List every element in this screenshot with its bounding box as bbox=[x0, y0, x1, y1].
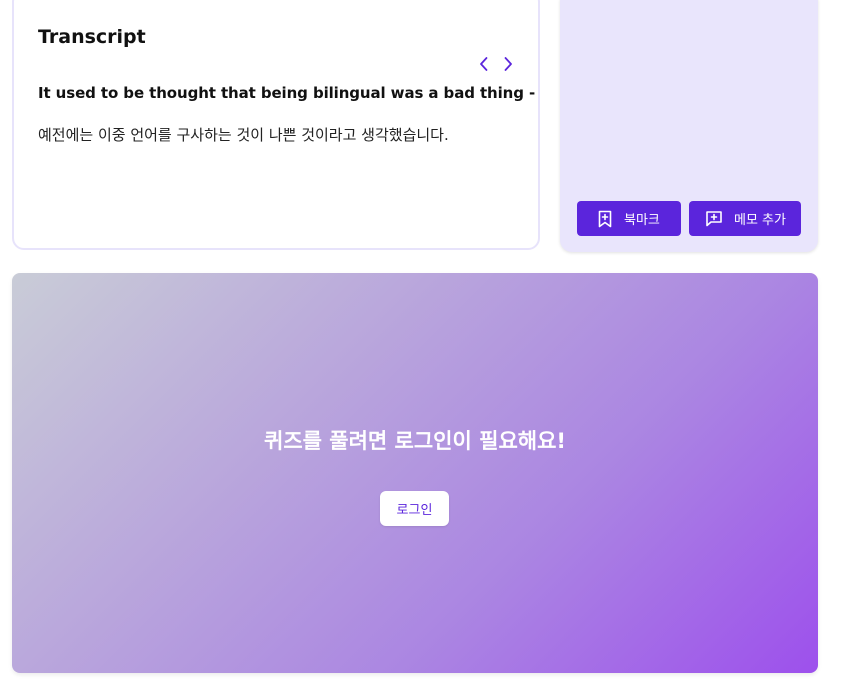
next-sentence-button[interactable] bbox=[498, 54, 518, 74]
sentence-english: It used to be thought that being bilingu… bbox=[38, 84, 536, 102]
chevron-left-icon bbox=[480, 57, 488, 71]
message-plus-icon bbox=[705, 210, 723, 227]
bookmark-label: 북마크 bbox=[624, 213, 660, 228]
bookmark-button[interactable]: 북마크 bbox=[577, 201, 681, 236]
transcript-title: Transcript bbox=[38, 26, 146, 48]
transcript-nav bbox=[474, 54, 518, 74]
bookmark-plus-icon bbox=[597, 210, 613, 228]
memo-label: 메모 추가 bbox=[734, 213, 786, 228]
quiz-login-banner: 퀴즈를 풀려면 로그인이 필요해요! 로그인 bbox=[12, 273, 818, 673]
page: Transcript It used to be thought that be… bbox=[0, 0, 862, 689]
transcript-card: Transcript It used to be thought that be… bbox=[12, 0, 540, 250]
sentence-korean: 예전에는 이중 언어를 구사하는 것이 나쁜 것이라고 생각했습니다. bbox=[38, 126, 449, 144]
quiz-login-message: 퀴즈를 풀려면 로그인이 필요해요! bbox=[264, 429, 566, 453]
prev-sentence-button[interactable] bbox=[474, 54, 494, 74]
side-panel: 북마크 메모 추가 bbox=[560, 0, 818, 252]
add-memo-button[interactable]: 메모 추가 bbox=[689, 201, 801, 236]
login-button[interactable]: 로그인 bbox=[380, 491, 449, 526]
chevron-right-icon bbox=[504, 57, 512, 71]
